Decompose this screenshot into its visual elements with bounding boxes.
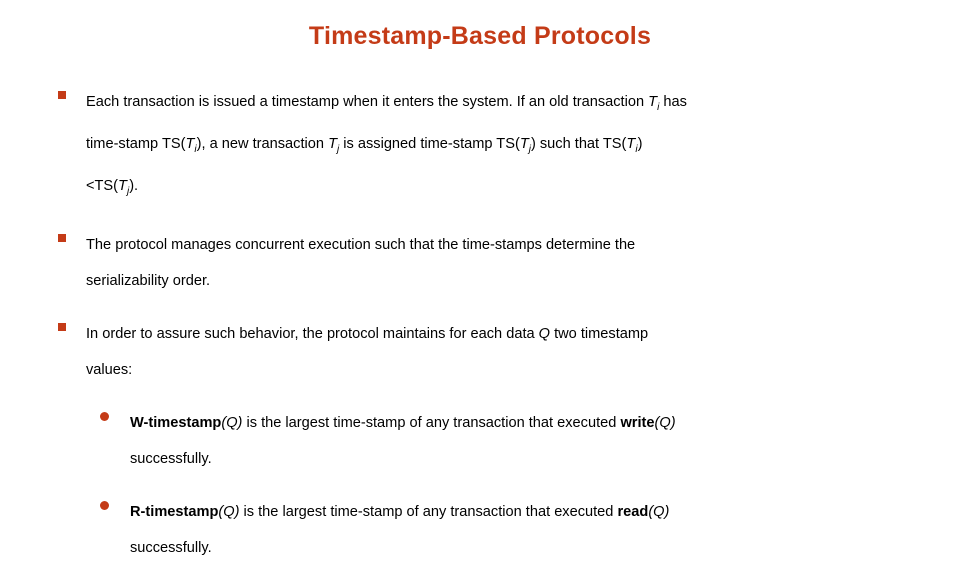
bullet-5-frag-b: successfully. [130, 539, 212, 556]
bullet-4-keyword-arg: (Q) [654, 414, 676, 431]
bullet-3-frag-c: values: [86, 361, 133, 378]
bullet-1-frag-d: ), a new transaction [196, 135, 329, 152]
square-bullet-icon [58, 91, 66, 99]
bullet-item-5: R-timestamp(Q) is the largest time-stamp… [52, 494, 914, 566]
bullet-1-frag-e: is assigned time-stamp TS( [339, 135, 520, 152]
bullet-4-term-arg: (Q) [221, 414, 243, 431]
bullet-2-frag-b: serializability order. [86, 272, 211, 289]
bullet-3-var-Q: Q [538, 325, 551, 342]
bullet-5-text-line2: successfully. [130, 530, 914, 566]
bullet-1-frag-c: time-stamp TS( [86, 135, 186, 152]
bullet-item-2: The protocol manages concurrent executio… [52, 227, 914, 299]
bullet-item-1: Each transaction is issued a timestamp w… [52, 84, 914, 210]
bullet-1-text: Each transaction is issued a timestamp w… [86, 84, 914, 126]
bullet-3-frag-a: In order to assure such behavior, the pr… [86, 325, 539, 342]
square-bullet-icon [58, 322, 66, 331]
round-bullet-icon [100, 500, 109, 510]
bullet-1-frag-f: ) such that TS( [530, 135, 627, 152]
slide-body: Each transaction is issued a timestamp w… [52, 84, 914, 583]
square-bullet-icon [58, 233, 66, 242]
bullet-1-var-T3: T [328, 135, 337, 152]
bullet-5-keyword: read [617, 503, 649, 520]
bullet-5-frag-a: is the largest time-stamp of any transac… [239, 503, 618, 520]
bullet-2-frag-a: The protocol manages concurrent executio… [86, 236, 636, 253]
bullet-5-keyword-arg: (Q) [648, 503, 670, 520]
bullet-3-text: In order to assure such behavior, the pr… [86, 316, 914, 352]
bullet-1-var-T6: T [118, 177, 127, 194]
bullet-1-text-line3: <TS(Tj). [86, 168, 914, 210]
bullet-4-text-line2: successfully. [130, 441, 914, 477]
bullet-4-frag-a: is the largest time-stamp of any transac… [242, 414, 621, 431]
round-bullet-icon [100, 411, 109, 421]
bullet-3-text-line2: values: [86, 352, 914, 388]
bullet-1-text-line2: time-stamp TS(Ti), a new transaction Tj … [86, 126, 914, 168]
bullet-item-4: W-timestamp(Q) is the largest time-stamp… [52, 405, 914, 477]
bullet-1-frag-g: ) [637, 135, 643, 152]
bullet-1-frag-i: ). [129, 177, 139, 194]
bullet-1-var-T5: T [626, 135, 636, 152]
bullet-1-var-T1: T [648, 94, 658, 110]
bullet-3-frag-b: two timestamp [550, 325, 649, 342]
bullet-5-term: R-timestamp [130, 503, 219, 520]
slide: Timestamp-Based Protocols Each transacti… [0, 0, 960, 556]
bullet-1-frag-h: <TS( [86, 177, 119, 194]
bullet-4-frag-b: successfully. [130, 450, 212, 467]
bullet-5-term-arg: (Q) [218, 503, 240, 520]
bullet-item-3: In order to assure such behavior, the pr… [52, 316, 914, 388]
bullet-2-text: The protocol manages concurrent executio… [86, 227, 914, 263]
bullet-4-term: W-timestamp [130, 414, 222, 431]
bullet-2-text-line2: serializability order. [86, 263, 914, 299]
bullet-1-frag-b: has [659, 94, 687, 110]
bullet-4-text: W-timestamp(Q) is the largest time-stamp… [130, 405, 914, 441]
bullet-1-frag-a: Each transaction is issued a timestamp w… [86, 94, 649, 110]
page-title: Timestamp-Based Protocols [308, 22, 652, 50]
bullet-4-keyword: write [620, 414, 655, 431]
bullet-1-var-T4: T [519, 135, 529, 152]
bullet-5-text: R-timestamp(Q) is the largest time-stamp… [130, 494, 914, 530]
